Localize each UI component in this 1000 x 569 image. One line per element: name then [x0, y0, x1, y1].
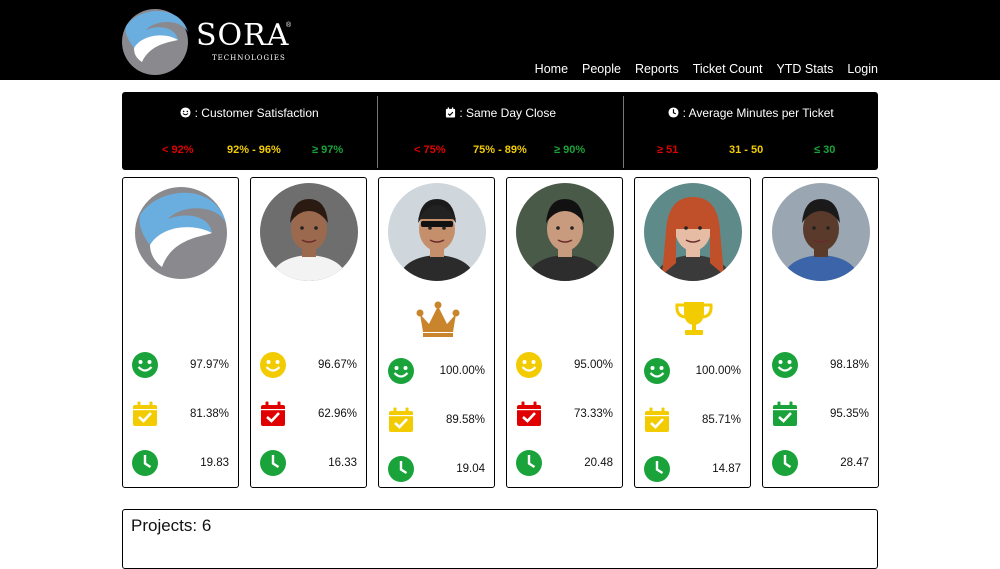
kpi-title: : Average Minutes per Ticket [682, 106, 834, 120]
calendar-check-icon [131, 400, 159, 428]
threshold-high: ≤ 30 [814, 144, 836, 156]
main-nav: Home People Reports Ticket Count YTD Sta… [535, 62, 878, 76]
nav-ticket-count[interactable]: Ticket Count [693, 62, 763, 76]
nav-reports[interactable]: Reports [635, 62, 679, 76]
brand-registered-mark: ® [286, 22, 292, 29]
clock-icon [668, 107, 679, 118]
smiley-icon [131, 351, 159, 379]
kpi-legend-bar: : Customer Satisfaction < 92% 92% - 96% … [122, 92, 878, 170]
satisfaction-value: 100.00% [439, 365, 485, 377]
projects-panel: Projects: 6 [122, 509, 878, 569]
brand-name: SORA [196, 18, 290, 53]
clock-icon [643, 455, 671, 483]
calendar-check-icon [643, 406, 671, 434]
same-day-close-value: 81.38% [189, 408, 229, 420]
clock-icon [259, 449, 287, 477]
same-day-close-value: 85.71% [701, 414, 741, 426]
kpi-customer-satisfaction: : Customer Satisfaction < 92% 92% - 96% … [122, 92, 377, 170]
avatar [516, 183, 614, 281]
clock-icon [771, 449, 799, 477]
average-minutes-value: 19.04 [456, 463, 485, 475]
same-day-close-value: 73.33% [573, 408, 613, 420]
threshold-mid: 31 - 50 [729, 144, 764, 156]
smiley-icon [387, 357, 415, 385]
person-card[interactable]: 100.00% 89.58% 19.04 [378, 177, 495, 488]
person-card[interactable]: 96.67% 62.96% 16.33 [250, 177, 367, 488]
average-minutes-value: 28.47 [840, 457, 869, 469]
projects-label: Projects: [131, 516, 198, 535]
same-day-close-value: 89.58% [445, 414, 485, 426]
person-card[interactable]: 98.18% 95.35% 28.47 [762, 177, 879, 488]
average-minutes-value: 20.48 [584, 457, 613, 469]
satisfaction-value: 95.00% [573, 359, 613, 371]
nav-ytd-stats[interactable]: YTD Stats [776, 62, 833, 76]
person-card[interactable]: 100.00% 85.71% 14.87 [634, 177, 751, 488]
clock-icon [131, 449, 159, 477]
clock-icon [515, 449, 543, 477]
projects-count: 6 [201, 516, 212, 535]
calendar-check-icon [387, 406, 415, 434]
calendar-check-icon [515, 400, 543, 428]
nav-login[interactable]: Login [847, 62, 878, 76]
threshold-low: < 92% [162, 144, 194, 156]
person-card[interactable]: 95.00% 73.33% 20.48 [506, 177, 623, 488]
avatar [388, 183, 486, 281]
smiley-icon [771, 351, 799, 379]
calendar-check-icon [445, 107, 456, 118]
smiley-icon [180, 107, 191, 118]
same-day-close-value: 62.96% [317, 408, 357, 420]
calendar-check-icon [259, 400, 287, 428]
satisfaction-value: 98.18% [829, 359, 869, 371]
smiley-icon [643, 357, 671, 385]
nav-people[interactable]: People [582, 62, 621, 76]
clock-icon [387, 455, 415, 483]
average-minutes-value: 19.83 [200, 457, 229, 469]
threshold-mid: 92% - 96% [227, 144, 281, 156]
crown-icon [416, 300, 460, 338]
nav-home[interactable]: Home [535, 62, 568, 76]
kpi-average-minutes: : Average Minutes per Ticket ≥ 51 31 - 5… [624, 92, 878, 170]
threshold-low: < 75% [414, 144, 446, 156]
satisfaction-value: 100.00% [695, 365, 741, 377]
avatar [260, 183, 358, 281]
avatar [772, 183, 870, 281]
average-minutes-value: 16.33 [328, 457, 357, 469]
average-minutes-value: 14.87 [712, 463, 741, 475]
calendar-check-icon [771, 400, 799, 428]
threshold-mid: 75% - 89% [473, 144, 527, 156]
brand-subtitle: TECHNOLOGIES [212, 54, 286, 62]
trophy-icon [672, 300, 716, 338]
satisfaction-value: 97.97% [189, 359, 229, 371]
smiley-icon [259, 351, 287, 379]
top-header: SORA ® TECHNOLOGIES Home People Reports … [0, 0, 1000, 80]
avatar [644, 183, 742, 281]
person-card[interactable]: 97.97% 81.38% 19.83 [122, 177, 239, 488]
kpi-title: : Same Day Close [459, 106, 557, 120]
threshold-high: ≥ 97% [312, 144, 344, 156]
threshold-high: ≥ 90% [554, 144, 586, 156]
threshold-low: ≥ 51 [657, 144, 679, 156]
company-logo-avatar [132, 183, 230, 281]
satisfaction-value: 96.67% [317, 359, 357, 371]
kpi-same-day-close: : Same Day Close < 75% 75% - 89% ≥ 90% [378, 92, 623, 170]
same-day-close-value: 95.35% [829, 408, 869, 420]
smiley-icon [515, 351, 543, 379]
kpi-title: : Customer Satisfaction [194, 106, 319, 120]
